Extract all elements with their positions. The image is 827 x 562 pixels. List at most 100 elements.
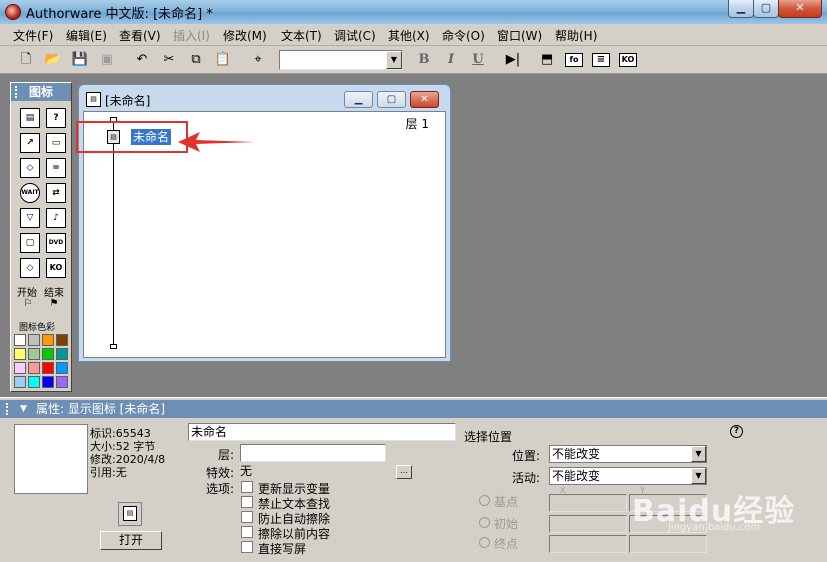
copy-icon[interactable]: ⧉ [186,50,206,70]
sound-icon[interactable]: ♪ [46,208,66,228]
knowledge-objects-button[interactable]: KO [619,53,637,67]
activity-select[interactable]: 不能改变 ▼ [549,467,707,485]
menu-edit[interactable]: 编辑(E) [66,27,107,44]
color-swatch[interactable] [14,348,26,360]
flowline-window-title: [未命名] [105,94,151,108]
end-x-input[interactable] [549,535,627,553]
undo-icon[interactable]: ↶ [132,50,152,70]
find-icon[interactable]: ⌖ [248,50,268,70]
menu-insert[interactable]: 插入(I) [173,27,210,44]
color-swatch[interactable] [42,334,54,346]
color-swatch[interactable] [56,376,68,388]
initial-x-input[interactable] [549,515,627,533]
flowline-maximize-button[interactable]: ▢ [377,91,406,108]
initial-radio[interactable] [479,517,490,528]
color-swatch[interactable] [14,376,26,388]
position-label: 位置: [512,449,541,463]
erase-icon[interactable]: ◇ [20,158,40,178]
framework-icon[interactable]: ▽ [20,208,40,228]
menu-help[interactable]: 帮助(H) [555,27,597,44]
authorware-app-icon[interactable] [5,4,21,20]
menu-debug[interactable]: 调试(C) [334,27,376,44]
color-swatch[interactable] [28,362,40,374]
restart-icon[interactable]: ▶| [503,50,523,70]
menu-commands[interactable]: 命令(O) [442,27,485,44]
color-swatch[interactable] [56,362,68,374]
chevron-down-icon[interactable]: ▼ [691,446,706,462]
color-swatch[interactable] [42,376,54,388]
properties-grip-icon[interactable] [6,403,12,415]
icon-name-input[interactable]: 未命名 [188,423,456,441]
menu-file[interactable]: 文件(F) [13,27,53,44]
new-file-icon[interactable]: 🗋 [16,50,36,70]
base-x-input[interactable] [549,494,627,512]
dvd-icon[interactable]: DVD [46,233,66,253]
option-checkbox[interactable] [241,511,253,523]
properties-title: 属性: 显示图标 [未命名] [36,402,166,416]
color-swatch[interactable] [14,334,26,346]
cut-icon[interactable]: ✂ [159,50,179,70]
chevron-down-icon[interactable]: ▼ [386,51,402,69]
paste-icon[interactable]: 📋 [213,50,233,70]
open-file-icon[interactable]: 📂 [43,50,63,70]
end-flag-icon[interactable]: ⚑ [45,297,63,311]
control-panel-icon[interactable]: ⬒ [537,50,557,70]
functions-button[interactable]: fo [565,53,583,67]
close-button[interactable]: ✕ [778,0,822,18]
wait-icon[interactable]: WAIT [20,183,40,203]
color-swatch[interactable] [14,362,26,374]
color-swatch[interactable] [28,348,40,360]
option-checkbox[interactable] [241,481,253,493]
palette-grip-icon[interactable] [15,86,21,98]
font-style-select[interactable]: ▼ [279,50,403,70]
position-select[interactable]: 不能改变 ▼ [549,445,707,463]
option-checkbox[interactable] [241,496,253,508]
start-flag-icon[interactable]: ⚐ [19,297,37,311]
flowline-minimize-button[interactable]: ▁ [344,91,373,108]
decision-icon[interactable]: ? [46,108,66,128]
menu-view[interactable]: 查看(V) [119,27,161,44]
window-title: Authorware 中文版: [未命名] * [26,7,213,22]
layer-field-label: 层: [218,448,235,462]
end-point-radio[interactable] [479,537,490,548]
italic-button[interactable]: I [441,50,461,70]
menu-window[interactable]: 窗口(W) [497,27,542,44]
minimize-button[interactable]: ▁ [728,0,754,18]
menu-text[interactable]: 文本(T) [281,27,322,44]
color-swatch[interactable] [42,348,54,360]
variables-icon[interactable]: ≡ [592,53,610,67]
color-swatch[interactable] [56,348,68,360]
collapse-chevron-icon[interactable]: ▼ [20,400,27,418]
open-button[interactable]: 打开 [100,531,162,550]
digital-movie-icon[interactable]: ◇ [20,258,40,278]
bold-button[interactable]: B [414,50,434,70]
menu-other[interactable]: 其他(X) [388,27,430,44]
import-icon[interactable]: ▣ [97,50,117,70]
maximize-button[interactable]: ▢ [753,0,779,18]
option-checkbox[interactable] [241,541,253,553]
calculation-icon[interactable]: = [46,158,66,178]
effect-browse-button[interactable]: … [396,465,412,479]
end-y-input[interactable] [629,535,707,553]
underline-button[interactable]: U [468,50,488,70]
activity-value: 不能改变 [552,469,601,483]
navigate-icon[interactable]: ⇄ [46,183,66,203]
chevron-down-icon[interactable]: ▼ [691,468,706,484]
display-icon[interactable]: ▤ [20,108,40,128]
layer-input[interactable] [240,444,386,462]
base-point-radio[interactable] [479,495,490,506]
help-icon[interactable]: ? [730,425,743,438]
flowline-end-cap [110,344,117,349]
option-checkbox[interactable] [241,526,253,538]
color-swatch[interactable] [42,362,54,374]
menu-modify[interactable]: 修改(M) [223,27,267,44]
color-swatch[interactable] [28,376,40,388]
motion-icon[interactable]: ↗ [20,133,40,153]
flowline-close-button[interactable]: ✕ [410,91,439,108]
color-swatch[interactable] [56,334,68,346]
knowledge-object-icon[interactable]: KO [46,258,66,278]
map-icon[interactable]: ▢ [20,233,40,253]
color-swatch[interactable] [28,334,40,346]
save-all-icon[interactable]: 💾 [70,50,90,70]
interaction-icon[interactable]: ▭ [46,133,66,153]
